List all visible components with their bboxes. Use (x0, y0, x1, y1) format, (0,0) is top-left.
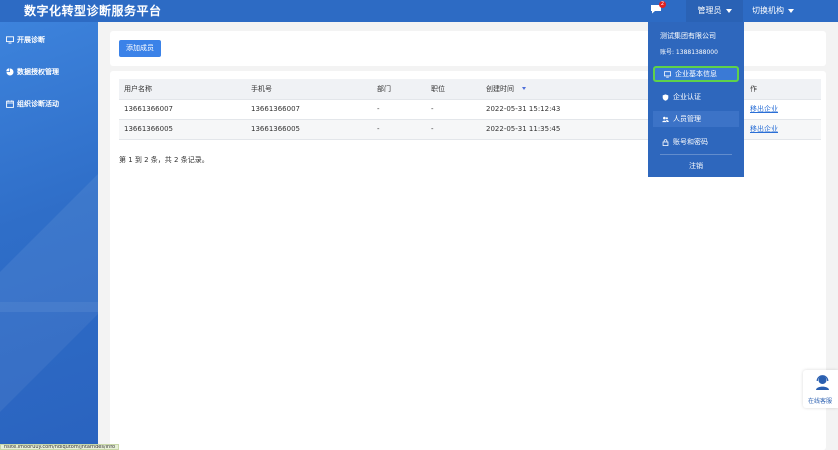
sort-desc-icon[interactable] (522, 87, 526, 91)
cell-department: - (372, 99, 426, 120)
users-icon (662, 116, 669, 122)
admin-label: 管理员 (697, 6, 722, 15)
shield-icon (662, 93, 669, 101)
browser-status-url: hsite.imooruuy.com/ndiqutom/jntarndes/in… (0, 444, 120, 450)
calendar-icon (6, 100, 14, 108)
menu-item-label: 企业基本信息 (675, 70, 717, 78)
column-header-actions: 作 (745, 79, 821, 100)
cell-position: - (426, 119, 481, 140)
menu-item-label: 人员管理 (673, 115, 701, 123)
monitor-icon (6, 36, 14, 44)
message-badge: 2 (659, 1, 666, 8)
cell-position: - (426, 99, 481, 120)
pie-chart-icon (6, 68, 14, 76)
remove-from-company-link[interactable]: 移出企业 (750, 125, 778, 133)
sidebar: 开展诊断 数据授权管理 组织诊断活动 (0, 22, 98, 450)
column-header-department: 部门 (372, 79, 426, 100)
menu-item-staff-management[interactable]: 人员管理 (653, 111, 739, 127)
monitor-icon (664, 70, 671, 78)
app-title: 数字化转型诊断服务平台 (24, 4, 162, 18)
menu-item-label: 账号和密码 (673, 138, 708, 146)
created-time-label: 创建时间 (486, 84, 514, 93)
top-navbar: 数字化转型诊断服务平台 2 管理员 切换机构 (0, 0, 838, 22)
company-name: 测试集团有限公司 (660, 32, 716, 40)
cell-phone: 13661366005 (246, 119, 372, 140)
add-member-button[interactable]: 添加成员 (119, 40, 161, 57)
logout-button[interactable]: 注销 (648, 161, 744, 171)
customer-service-label: 在线客服 (808, 398, 833, 405)
lock-icon (662, 138, 669, 146)
menu-item-company-info[interactable]: 企业基本信息 (653, 66, 739, 82)
menu-item-company-verification[interactable]: 企业认证 (653, 89, 739, 105)
account-number: 账号: 13881388000 (660, 49, 718, 56)
column-header-position: 职位 (426, 79, 481, 100)
chevron-down-icon (788, 8, 794, 13)
pagination-summary: 第 1 到 2 条，共 2 条记录。 (119, 156, 209, 164)
admin-dropdown-menu: 测试集团有限公司 账号: 13881388000 企业基本信息 企业认证 人员管… (648, 22, 744, 177)
cell-username: 13661366007 (119, 99, 246, 120)
headset-icon (816, 375, 829, 390)
column-header-phone: 手机号 (246, 79, 372, 100)
admin-menu-toggle[interactable]: 管理员 (686, 0, 743, 22)
menu-item-account-password[interactable]: 账号和密码 (653, 134, 739, 150)
column-header-username: 用户名称 (119, 79, 246, 100)
sidebar-item-label: 组织诊断活动 (17, 100, 59, 108)
sidebar-item-label: 开展诊断 (17, 36, 45, 44)
decorative-shape (0, 302, 98, 422)
cell-actions: 移出企业 (745, 119, 821, 140)
cell-department: - (372, 119, 426, 140)
sidebar-item-org-activity[interactable]: 组织诊断活动 (6, 99, 59, 109)
remove-from-company-link[interactable]: 移出企业 (750, 105, 778, 113)
customer-service-widget[interactable]: 在线客服 (803, 370, 838, 408)
switch-org-label: 切换机构 (752, 6, 784, 15)
switch-org-menu[interactable]: 切换机构 (752, 0, 794, 22)
cell-actions: 移出企业 (745, 99, 821, 120)
cell-username: 13661366005 (119, 119, 246, 140)
sidebar-item-diagnosis[interactable]: 开展诊断 (6, 35, 45, 45)
menu-divider (660, 154, 732, 155)
sidebar-item-data-auth[interactable]: 数据授权管理 (6, 67, 59, 77)
chevron-down-icon (725, 8, 732, 13)
decorative-shape (0, 172, 98, 312)
cell-phone: 13661366007 (246, 99, 372, 120)
menu-item-label: 企业认证 (673, 93, 701, 101)
sidebar-item-label: 数据授权管理 (17, 68, 59, 76)
